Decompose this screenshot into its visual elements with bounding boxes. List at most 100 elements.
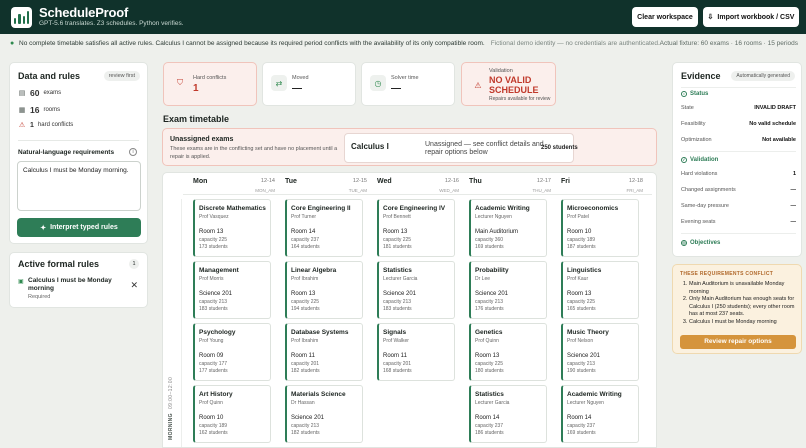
student-count: 194 students [291, 306, 320, 312]
exam-professor: Prof Bennett [383, 214, 411, 220]
data-rules-panel: Data and rules review first ▤ 60 exams ▦ 16… [9, 62, 148, 244]
hard-conflicts-kpi: ⛉ Hard conflicts 1 [163, 62, 257, 106]
student-count: 183 students [383, 306, 412, 312]
status-section-toggle[interactable]: • Status [681, 91, 708, 97]
day-header-wed: Wed 12-16 WED_AM [377, 178, 459, 193]
exam-room: Science 201 [475, 291, 509, 297]
unassigned-exams-panel: Unassigned exams These exams are in the … [162, 128, 657, 166]
exam-card[interactable]: Discrete Mathematics Prof Vasquez Room 13 c… [193, 199, 271, 257]
clear-workspace-button[interactable]: Clear workspace [632, 7, 698, 27]
room-capacity: capacity 225 [475, 361, 504, 367]
exam-card[interactable]: Music Theory Prof Nelson Science 201 capaci… [561, 323, 639, 381]
exam-card[interactable]: Academic Writing Lecturer Nguyen Main Audi… [469, 199, 547, 257]
exam-card[interactable]: Core Engineering II Prof Turner Room 14 cap… [285, 199, 363, 257]
exam-room: Room 11 [383, 353, 407, 359]
student-count: 173 students [199, 244, 228, 250]
exam-room: Science 201 [383, 291, 417, 297]
warning-triangle-icon: ⚠ [474, 80, 482, 90]
rules-count-badge: 1 [129, 259, 139, 269]
exam-professor: Prof Morris [199, 276, 224, 282]
status-bar: ● No complete timetable satisfies all ac… [0, 36, 806, 52]
validation-section-toggle[interactable]: ✓ Validation [681, 157, 718, 163]
review-first-badge: review first [103, 71, 140, 81]
student-count: 165 students [567, 306, 596, 312]
review-repair-options-button[interactable]: Review repair options [680, 335, 796, 349]
exam-card[interactable]: Linguistics Prof Kaur Room 13 capacity 225 1… [561, 261, 639, 319]
exam-professor: Lecturer Nguyen [567, 400, 604, 406]
exam-room: Room 14 [291, 229, 316, 235]
exam-room: Room 14 [567, 415, 592, 421]
exam-room: Room 13 [291, 291, 316, 297]
student-count: 182 students [291, 368, 320, 374]
morning-slot-label: MORNING09:00–12:00 [168, 376, 174, 440]
exam-card[interactable]: Core Engineering IV Prof Bennett Room 13 ca… [377, 199, 455, 257]
room-capacity: capacity 225 [199, 237, 228, 243]
exam-name: Psychology [199, 329, 236, 336]
exam-card[interactable]: Academic Writing Lecturer Nguyen Room 14 ca… [561, 385, 639, 443]
import-workbook-button[interactable]: ⇩ Import workbook / CSV [703, 7, 799, 27]
exam-timetable-title: Exam timetable [163, 114, 230, 124]
status-dot-icon: ● [10, 40, 15, 47]
info-icon[interactable]: i [129, 148, 137, 156]
exam-card[interactable]: Probability Dr Lee Science 201 capacity 213… [469, 261, 547, 319]
data-rules-title: Data and rules [18, 71, 81, 81]
exam-name: Database Systems [291, 329, 349, 336]
exam-room: Room 09 [199, 353, 224, 359]
exam-room: Room 14 [475, 415, 500, 421]
exam-card[interactable]: Genetics Prof Quinn Room 13 capacity 225 180… [469, 323, 547, 381]
exam-card[interactable]: Statistics Lecturer Garcia Room 14 capacity… [469, 385, 547, 443]
demo-note: Fictional demo identity — no credentials… [490, 40, 660, 47]
student-count: 177 students [199, 368, 228, 374]
solver-time-kpi: ◷ Solver time — [361, 62, 455, 106]
room-capacity: capacity 237 [475, 423, 504, 429]
room-capacity: capacity 360 [475, 237, 504, 243]
exam-professor: Dr Lee [475, 276, 491, 282]
magic-wand-icon: ✦ [40, 224, 47, 232]
student-count: 181 students [383, 244, 412, 250]
exam-card[interactable]: Psychology Prof Young Room 09 capacity 177 1… [193, 323, 271, 381]
active-rules-title: Active formal rules [18, 259, 100, 269]
day-header-fri: Fri 12-18 FRI_AM [561, 178, 643, 193]
room-capacity: capacity 225 [567, 299, 596, 305]
exam-card[interactable]: Management Prof Morris Science 201 capacity… [193, 261, 271, 319]
exam-name: Linear Algebra [291, 267, 337, 274]
exam-professor: Lecturer Garcia [475, 400, 510, 406]
exam-professor: Prof Kaur [567, 276, 589, 282]
exam-card[interactable]: Linear Algebra Prof Ibrahim Room 13 capacit… [285, 261, 363, 319]
exam-card[interactable]: Statistics Lecturer Garcia Science 201 capa… [377, 261, 455, 319]
exam-card[interactable]: Microeconomics Prof Patel Room 10 capacity … [561, 199, 639, 257]
exam-name: Art History [199, 391, 233, 398]
rule-item: ▣ Calculus I must be Monday morning Requ… [18, 277, 138, 300]
student-count: 162 students [199, 430, 228, 436]
objectives-section-toggle[interactable]: ◎ Objectives [681, 240, 720, 246]
rooms-stat: ▦ 16 rooms [18, 105, 61, 115]
exam-card[interactable]: Database Systems Prof Ibrahim Room 11 capac… [285, 323, 363, 381]
room-capacity: capacity 213 [475, 299, 504, 305]
conflict-panel: THESE REQUIREMENTS CONFLICT Main Auditor… [672, 264, 802, 354]
exam-name: Management [199, 267, 239, 274]
student-count: 182 students [291, 430, 320, 436]
app-header: ScheduleProof GPT-5.6 translates. Z3 sch… [0, 0, 806, 34]
room-capacity: capacity 213 [383, 299, 412, 305]
exam-name: Statistics [383, 267, 412, 274]
exam-card[interactable]: Art History Prof Quinn Room 10 capacity 189… [193, 385, 271, 443]
clock-icon: ◷ [370, 75, 386, 91]
exam-name: Genetics [475, 329, 503, 336]
hard-conflicts-stat: ⚠ 1 hard conflicts [18, 121, 74, 130]
exam-professor: Prof Ibrahim [291, 276, 319, 282]
active-rules-panel: Active formal rules 1 ▣ Calculus I must … [9, 252, 148, 308]
remove-rule-icon[interactable]: ✕ [130, 280, 138, 291]
nl-requirements-textarea[interactable]: Calculus I must be Monday morning. [17, 161, 141, 211]
room-capacity: capacity 177 [199, 361, 228, 367]
app-title: ScheduleProof [39, 5, 129, 20]
status-circle-icon: • [681, 91, 687, 97]
student-count: 164 students [291, 244, 320, 250]
divider [18, 140, 139, 141]
room-capacity: capacity 225 [383, 237, 412, 243]
exam-card[interactable]: Signals Prof Walker Room 11 capacity 201 168… [377, 323, 455, 381]
exam-name: Linguistics [567, 267, 602, 274]
exam-room: Room 13 [475, 353, 500, 359]
exam-professor: Prof Quinn [199, 400, 223, 406]
exam-card[interactable]: Materials Science Dr Hassan Science 201 cap… [285, 385, 363, 443]
interpret-rules-button[interactable]: ✦ Interpret typed rules [17, 218, 141, 237]
